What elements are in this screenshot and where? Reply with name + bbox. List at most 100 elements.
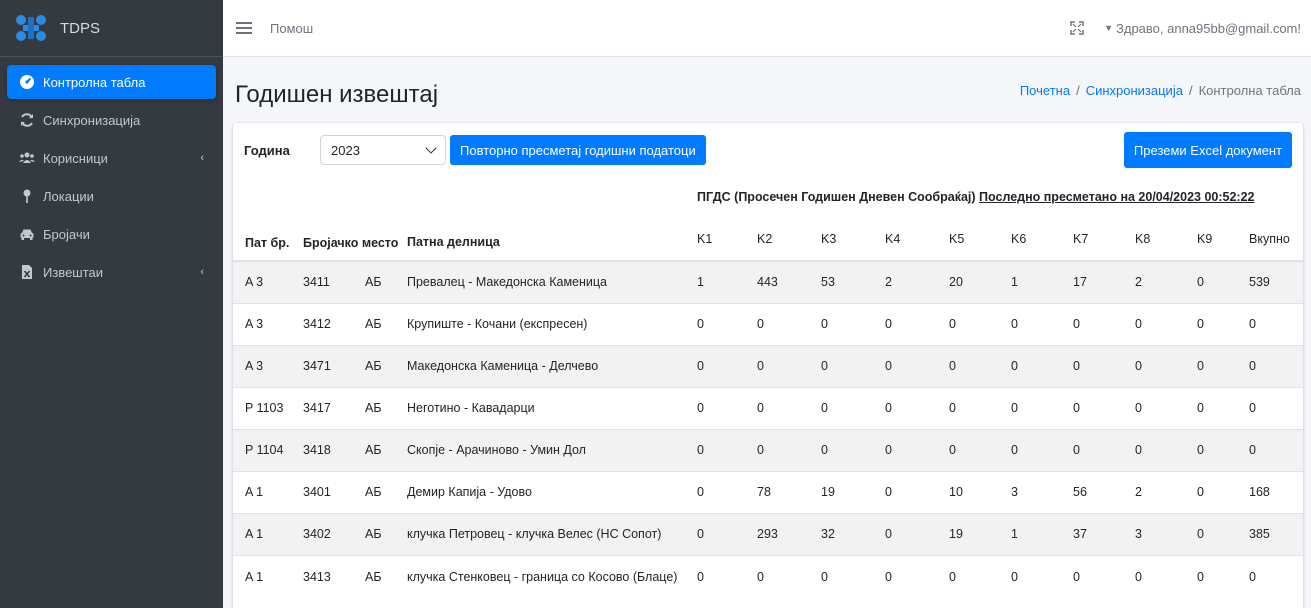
cell-road: A 1 [233,470,303,513]
sidebar-item-label: Синхронизација [43,112,141,128]
report-icon [19,264,35,280]
cell-counter-site: 3417 [303,386,365,429]
col-header-counter-site: Бројачко место [303,177,407,262]
cell-k8: 2 [1135,470,1197,513]
col-header-section: Патна делница [407,177,697,262]
sidebar-item-dashboard[interactable]: Контролна табла [7,65,216,99]
year-label: Година [244,142,290,158]
cell-k7: 0 [1073,386,1135,429]
sidebar-item-counters[interactable]: Бројачи [7,217,216,251]
cell-k5: 0 [949,344,1011,387]
cell-k4: 0 [885,344,949,387]
col-header-k4: K4 [885,217,949,262]
cell-k7: 0 [1073,428,1135,471]
year-select[interactable]: 2023 [320,135,446,165]
cell-k5: 20 [949,260,1011,303]
cell-k4: 2 [885,260,949,303]
cell-total: 168 [1249,470,1303,513]
cell-k3: 0 [821,554,885,603]
cell-k6: 3 [1011,470,1073,513]
page-title: Годишен извештај [235,81,439,108]
cell-k4: 0 [885,428,949,471]
recalculate-button[interactable]: Повторно пресметај годишни податоци [450,135,706,165]
cell-k2: 0 [757,428,821,471]
cell-total: 539 [1249,260,1303,303]
breadcrumb-sync[interactable]: Синхронизација [1086,83,1183,98]
map-pin-icon [19,188,35,204]
cell-k8: 0 [1135,386,1197,429]
col-header-road: Пат бр. [233,177,303,262]
cell-k9: 0 [1197,512,1249,555]
cell-k7: 0 [1073,554,1135,603]
col-header-k3: K3 [821,217,885,262]
cell-counter-site: 3418 [303,428,365,471]
cell-k6: 1 [1011,260,1073,303]
cell-k2: 0 [757,302,821,345]
cell-k1: 0 [697,512,757,555]
fullscreen-icon[interactable] [1070,21,1084,35]
col-header-k6: K6 [1011,217,1073,262]
col-header-k8: K8 [1135,217,1197,262]
chevron-down-icon [425,142,437,154]
cell-section: Крупиште - Кочани (експресен) [407,302,697,345]
breadcrumb-home[interactable]: Почетна [1020,83,1070,98]
breadcrumb: Почетна / Синхронизација / Контролна табла [1020,83,1301,98]
sidebar-item-users[interactable]: Корисници ‹ [7,141,216,175]
col-header-k5: K5 [949,217,1011,262]
sidebar: TDPS Контролна табла Синхронизација Кори… [0,0,223,608]
logo-icon [14,13,54,43]
cell-k9: 0 [1197,554,1249,603]
sidebar-item-locations[interactable]: Локации [7,179,216,213]
sidebar-item-reports[interactable]: Извештаи ‹ [7,255,216,289]
cell-counter-site: 3411 [303,260,365,303]
cell-k1: 1 [697,260,757,303]
cell-k9: 0 [1197,344,1249,387]
sync-icon [19,112,35,128]
cell-counter-site: 3413 [303,554,365,603]
table-row: A 3 3411 АБ Превалец - Македонска Каменица 1… [233,260,1303,303]
cell-section: Неготино - Кавадарци [407,386,697,429]
cell-k3: 0 [821,302,885,345]
cell-section: клучка Стенковец - граница со Косово (Бл… [407,554,697,603]
col-header-k9: K9 [1197,217,1249,262]
col-header-total: Вкупно [1249,217,1303,262]
cell-k5: 0 [949,428,1011,471]
brand-link[interactable]: TDPS [0,0,223,57]
cell-k6: 0 [1011,344,1073,387]
sidebar-item-sync[interactable]: Синхронизација [7,103,216,137]
sidebar-item-label: Извештаи [43,264,104,280]
cell-k7: 37 [1073,512,1135,555]
cell-counter-site: 3471 [303,344,365,387]
menu-toggle-icon[interactable] [236,22,252,34]
breadcrumb-separator: / [1076,82,1080,98]
cell-k7: 17 [1073,260,1135,303]
cell-k8: 0 [1135,428,1197,471]
cell-k8: 2 [1135,260,1197,303]
download-excel-button[interactable]: Преземи Excel документ [1123,132,1292,168]
user-menu[interactable]: Здраво, anna95bb@gmail.com! [1116,21,1301,36]
cell-road: A 3 [233,260,303,303]
cell-type: АБ [365,386,407,429]
cell-k3: 0 [821,428,885,471]
cell-k7: 0 [1073,344,1135,387]
col-header-k2: K2 [757,217,821,262]
cell-total: 0 [1249,302,1303,345]
users-icon [19,150,35,166]
cell-road: A 3 [233,344,303,387]
cell-section: Превалец - Македонска Каменица [407,260,697,303]
help-link[interactable]: Помош [270,21,313,36]
content-header: Годишен извештај Почетна / Синхронизација /… [223,57,1311,123]
cell-k2: 443 [757,260,821,303]
cell-road: A 1 [233,512,303,555]
col-header-k7: K7 [1073,217,1135,262]
cell-k4: 0 [885,554,949,603]
cell-k2: 0 [757,386,821,429]
pgds-title: ПГДС (Просечен Годишен Дневен Сообраќај) [697,190,976,204]
cell-k4: 0 [885,386,949,429]
cell-k5: 19 [949,512,1011,555]
pgds-last-calculated: Последно пресметано на 20/04/2023 00:52:… [979,190,1255,204]
sidebar-item-label: Бројачи [43,226,90,242]
sidebar-nav: Контролна табла Синхронизација Корисници… [0,57,223,301]
report-card: Година 2023 Повторно пресметај годишни п… [233,123,1303,608]
cell-k9: 0 [1197,302,1249,345]
